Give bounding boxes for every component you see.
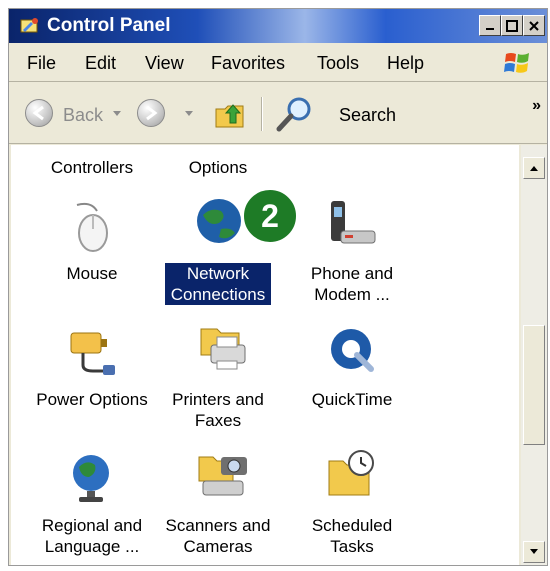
back-dropdown-icon[interactable]	[113, 111, 121, 116]
regional-label-line2: Language ...	[44, 537, 140, 556]
close-icon	[529, 20, 539, 31]
printers-label-line1: Printers and	[172, 390, 264, 409]
menu-edit[interactable]: Edit	[85, 53, 116, 74]
scheduled-label-line1: Scheduled	[311, 516, 393, 535]
scheduled-tasks-icon[interactable]	[325, 447, 381, 503]
menu-favorites[interactable]: Favorites	[211, 53, 285, 74]
network-label-line2: Connections	[165, 284, 271, 305]
windows-logo-icon	[504, 53, 529, 73]
regional-language-label[interactable]: Regional and Language ...	[27, 515, 157, 557]
forward-dropdown-icon[interactable]	[185, 111, 193, 116]
scanners-label-line1: Scanners and	[165, 516, 271, 535]
phone-label-line2: Modem ...	[314, 285, 390, 304]
options-label[interactable]: Options	[153, 157, 283, 178]
scanners-label-line2: Cameras	[183, 537, 253, 556]
control-panel-window: Control Panel File Edit View Favorites T…	[8, 8, 548, 566]
scheduled-tasks-label[interactable]: Scheduled Tasks	[287, 515, 417, 557]
minimize-icon	[486, 27, 494, 30]
scheduled-label-line2: Tasks	[330, 537, 374, 556]
scroll-up-button[interactable]	[523, 157, 545, 179]
menu-view[interactable]: View	[145, 53, 184, 74]
scroll-down-arrow-icon	[530, 549, 538, 554]
phone-modem-label[interactable]: Phone and Modem ...	[287, 263, 417, 305]
scroll-up-arrow-icon	[530, 166, 538, 171]
printers-faxes-icon[interactable]	[195, 319, 251, 375]
controllers-label[interactable]: Controllers	[27, 157, 157, 178]
toolbar: Back Search »	[9, 83, 547, 144]
maximize-button[interactable]	[501, 15, 523, 36]
icon-view: Controllers Options Mouse 2 Network Conn…	[11, 145, 519, 565]
maximize-icon	[506, 19, 518, 32]
toolbar-more-chevron[interactable]: »	[532, 97, 541, 115]
quicktime-label[interactable]: QuickTime	[287, 389, 417, 410]
back-arrow-icon	[32, 105, 44, 121]
menu-bar: File Edit View Favorites Tools Help	[9, 45, 547, 82]
forward-arrow-icon	[146, 105, 158, 121]
regional-language-icon[interactable]	[63, 449, 119, 505]
mouse-label[interactable]: Mouse	[27, 263, 157, 284]
menu-help[interactable]: Help	[387, 53, 424, 74]
scroll-down-button[interactable]	[523, 541, 545, 563]
forward-button[interactable]	[137, 99, 165, 127]
scanners-cameras-label[interactable]: Scanners and Cameras	[153, 515, 283, 557]
power-options-icon[interactable]	[63, 321, 119, 377]
control-panel-icon	[20, 18, 38, 33]
search-icon[interactable]	[275, 95, 315, 133]
quicktime-icon[interactable]	[325, 321, 381, 377]
vertical-scrollbar[interactable]	[521, 145, 547, 565]
menu-tools[interactable]: Tools	[317, 53, 359, 74]
network-connections-label[interactable]: Network Connections	[165, 263, 271, 305]
toolbar-separator	[261, 97, 262, 131]
regional-label-line1: Regional and	[41, 516, 143, 535]
window-title: Control Panel	[47, 15, 171, 36]
network-label-line1: Network	[165, 263, 271, 284]
back-label[interactable]: Back	[63, 105, 103, 126]
network-connections-icon[interactable]	[191, 193, 247, 249]
printers-faxes-label[interactable]: Printers and Faxes	[153, 389, 283, 431]
menu-file[interactable]: File	[27, 53, 56, 74]
printers-label-line2: Faxes	[194, 411, 242, 430]
scroll-thumb[interactable]	[523, 325, 545, 445]
scanners-cameras-icon[interactable]	[195, 447, 251, 503]
step-2-badge: 2	[241, 187, 299, 245]
power-options-label[interactable]: Power Options	[27, 389, 157, 410]
title-bar[interactable]: Control Panel	[9, 9, 547, 43]
minimize-button[interactable]	[479, 15, 501, 36]
search-button[interactable]: Search	[339, 105, 396, 126]
phone-label-line1: Phone and	[310, 264, 394, 283]
close-button[interactable]	[523, 15, 545, 36]
mouse-icon[interactable]	[63, 197, 119, 253]
up-folder-icon[interactable]	[213, 97, 247, 131]
phone-modem-icon[interactable]	[323, 195, 379, 251]
back-button[interactable]	[25, 99, 53, 127]
